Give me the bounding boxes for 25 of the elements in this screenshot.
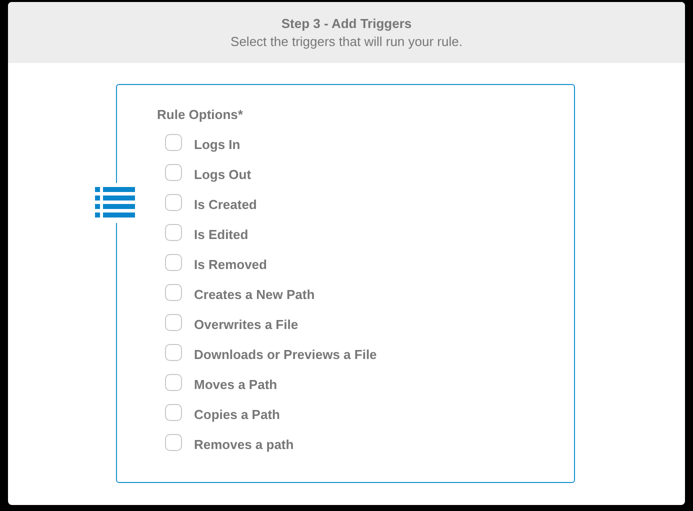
option-label: Overwrites a File [194,316,298,332]
checkbox[interactable] [165,404,182,420]
checkbox[interactable] [165,134,182,150]
option-label: Logs Out [194,166,252,182]
checkbox[interactable] [165,194,182,210]
checkbox[interactable] [165,374,182,390]
checkbox[interactable] [165,164,182,180]
option-label: Is Edited [194,226,248,242]
dialog-title: Step 3 - Add Triggers [281,16,412,31]
option-label: Downloads or Previews a File [194,346,377,362]
option-label: Is Created [194,196,257,212]
checkbox[interactable] [165,344,182,360]
dialog-subtitle: Select the triggers that will run your rule. [230,34,462,49]
checkbox[interactable] [165,314,182,330]
option-label: Creates a New Path [194,286,315,302]
rule-options-label: Rule Options* [157,107,244,122]
option-label: Logs In [194,136,240,152]
checkbox[interactable] [165,284,182,300]
checkbox[interactable] [165,434,182,450]
option-label: Moves a Path [194,376,278,392]
checkbox[interactable] [165,224,182,240]
option-label: Is Removed [194,256,267,272]
option-label: Removes a path [194,436,294,452]
checkbox[interactable] [165,254,182,270]
option-label: Copies a Path [194,406,280,422]
